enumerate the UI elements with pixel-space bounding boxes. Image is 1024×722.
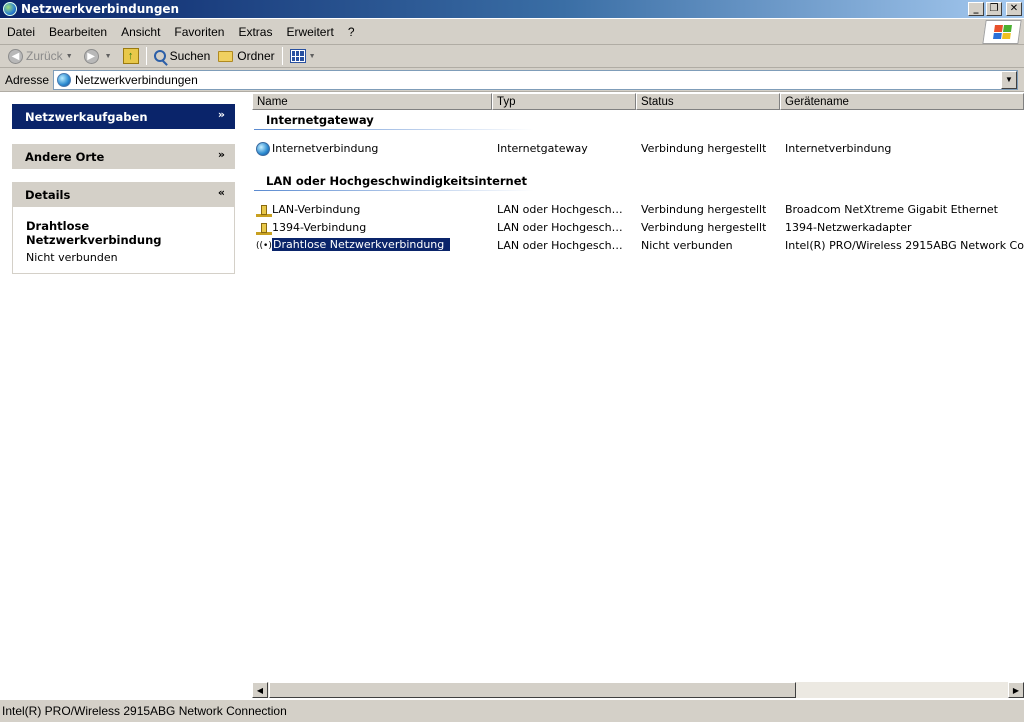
address-label: Adresse (5, 72, 50, 87)
restore-button[interactable]: ❐ (986, 2, 1002, 16)
back-button[interactable]: ◀ Zurück ▼ (4, 46, 80, 66)
up-folder-button[interactable]: ↑ (119, 46, 143, 66)
selected-row-label: Drahtlose Netzwerkverbindung (272, 238, 451, 251)
lan-connection-icon (256, 203, 272, 217)
forward-arrow-icon: ▶ (83, 48, 99, 64)
scroll-left-button[interactable]: ◀ (252, 682, 268, 698)
horizontal-scrollbar[interactable]: ◀ ▶ (252, 682, 1024, 698)
back-arrow-icon: ◀ (8, 48, 23, 64)
close-button[interactable]: ✕ (1006, 2, 1022, 16)
network-folder-icon (57, 72, 72, 87)
menu-help[interactable]: ? (341, 25, 362, 39)
views-button[interactable]: ▼ (286, 46, 323, 66)
folder-icon (218, 50, 234, 62)
menu-favoriten[interactable]: Favoriten (167, 25, 231, 39)
windows-logo-icon (982, 20, 1022, 44)
status-bar: Intel(R) PRO/Wireless 2915ABG Network Co… (0, 699, 1024, 722)
title-bar[interactable]: Netzwerkverbindungen _ ❐ ✕ (0, 0, 1024, 18)
internet-globe-icon (256, 142, 272, 156)
folders-label: Ordner (237, 49, 275, 63)
row-typ: LAN oder Hochgeschwin... (497, 203, 629, 216)
views-icon (289, 49, 306, 63)
forward-button[interactable]: ▶ ▼ (80, 46, 119, 66)
row-status: Verbindung hergestellt (641, 221, 767, 234)
row-name: 1394-Verbindung (272, 221, 367, 234)
forward-dropdown-icon[interactable]: ▼ (105, 53, 112, 60)
connections-list: Name Typ Status Gerätename Internetgatew… (252, 93, 1024, 683)
row-device: 1394-Netzwerkadapter (785, 221, 912, 234)
lan-connection-icon (256, 221, 272, 235)
scroll-right-button[interactable]: ▶ (1008, 682, 1024, 698)
menu-erweitert[interactable]: Erweitert (279, 25, 340, 39)
menu-ansicht[interactable]: Ansicht (114, 25, 167, 39)
toolbar-separator (281, 47, 283, 65)
details-header[interactable]: Details « (12, 182, 235, 207)
row-device: Intel(R) PRO/Wireless 2915ABG Network Co… (785, 239, 1024, 252)
wireless-connection-icon: ((•)) (256, 241, 276, 251)
collapse-chevron-icon[interactable]: « (218, 186, 225, 199)
details-item-status: Nicht verbunden (26, 251, 118, 264)
row-status: Verbindung hergestellt (641, 142, 767, 155)
toolbar: ◀ Zurück ▼ ▶ ▼ ↑ Suchen Ordner ▼ (0, 45, 1024, 68)
group-divider (254, 129, 534, 130)
toolbar-separator (145, 47, 147, 65)
group-title: LAN oder Hochgeschwindigkeitsinternet (266, 174, 528, 188)
window-controls: _ ❐ ✕ (968, 2, 1022, 16)
minimize-button[interactable]: _ (968, 2, 984, 16)
views-dropdown-icon[interactable]: ▼ (309, 53, 316, 60)
row-name: Drahtlose Netzwerkverbindung (272, 238, 451, 251)
network-tasks-header[interactable]: Netzwerkaufgaben » (12, 104, 235, 129)
details-panel: Drahtlose Netzwerkverbindung Nicht verbu… (12, 207, 235, 274)
search-button[interactable]: Suchen (150, 46, 215, 66)
expand-chevron-icon[interactable]: » (218, 148, 225, 161)
address-bar: Adresse Netzwerkverbindungen ▼ (0, 68, 1024, 92)
window-title: Netzwerkverbindungen (21, 2, 180, 16)
table-row[interactable]: Internetverbindung Internetgateway Verbi… (252, 141, 1024, 158)
row-status: Nicht verbunden (641, 239, 733, 252)
back-dropdown-icon[interactable]: ▼ (66, 53, 73, 60)
address-value: Netzwerkverbindungen (75, 72, 198, 87)
other-places-title: Andere Orte (25, 149, 105, 164)
column-header-typ[interactable]: Typ (492, 93, 636, 110)
search-icon (153, 50, 166, 62)
other-places-header[interactable]: Andere Orte » (12, 144, 235, 169)
back-label: Zurück (26, 49, 63, 63)
column-headers: Name Typ Status Gerätename (252, 93, 1024, 110)
network-tasks-title: Netzwerkaufgaben (25, 109, 148, 124)
row-typ: LAN oder Hochgeschwin... (497, 221, 629, 234)
row-typ: Internetgateway (497, 142, 588, 155)
row-device: Broadcom NetXtreme Gigabit Ethernet (785, 203, 998, 216)
row-device: Internetverbindung (785, 142, 892, 155)
folder-up-icon: ↑ (122, 48, 139, 64)
row-name: LAN-Verbindung (272, 203, 361, 216)
scrollbar-thumb[interactable] (269, 682, 796, 698)
column-header-name[interactable]: Name (252, 93, 492, 110)
details-title: Details (25, 187, 71, 202)
table-row[interactable]: LAN-Verbindung LAN oder Hochgeschwin... … (252, 202, 1024, 219)
table-row[interactable]: 1394-Verbindung LAN oder Hochgeschwin...… (252, 220, 1024, 237)
folders-button[interactable]: Ordner (214, 46, 278, 66)
row-typ: LAN oder Hochgeschwin... (497, 239, 629, 252)
address-dropdown-button[interactable]: ▼ (1001, 70, 1017, 89)
menu-extras[interactable]: Extras (231, 25, 279, 39)
group-title: Internetgateway (266, 113, 374, 127)
expand-chevron-icon[interactable]: » (218, 108, 225, 121)
group-divider (254, 190, 534, 191)
table-row-selected[interactable]: ((•)) Drahtlose Netzwerkverbindung LAN o… (252, 238, 1024, 255)
network-connections-icon (3, 2, 17, 16)
row-status: Verbindung hergestellt (641, 203, 767, 216)
task-pane: Netzwerkaufgaben » Andere Orte » Details… (0, 93, 250, 683)
search-label: Suchen (169, 49, 211, 63)
menu-bearbeiten[interactable]: Bearbeiten (42, 25, 114, 39)
column-header-device[interactable]: Gerätename (780, 93, 1024, 110)
details-item-name: Drahtlose Netzwerkverbindung (26, 219, 162, 247)
column-header-status[interactable]: Status (636, 93, 780, 110)
row-name: Internetverbindung (272, 142, 379, 155)
menu-bar: Datei Bearbeiten Ansicht Favoriten Extra… (0, 19, 1024, 45)
status-text: Intel(R) PRO/Wireless 2915ABG Network Co… (2, 704, 287, 718)
menu-datei[interactable]: Datei (0, 25, 42, 39)
address-field[interactable]: Netzwerkverbindungen ▼ (53, 69, 1018, 90)
